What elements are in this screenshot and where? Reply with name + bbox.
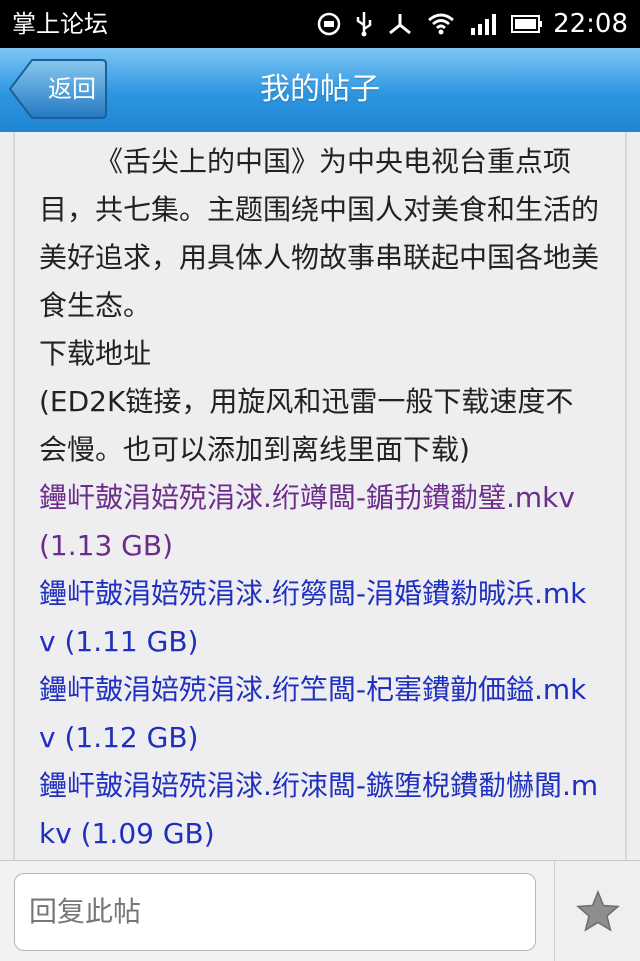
status-bar: 掌上论坛 22:08 bbox=[0, 0, 640, 48]
back-button-label: 返回 bbox=[48, 75, 96, 103]
post-content-area: 《舌尖上的中国》为中央电视台重点项目，共七集。主题围绕中国人对美食和生活的美好追… bbox=[0, 132, 640, 860]
reply-input[interactable]: 回复此帖 bbox=[14, 873, 536, 951]
back-button[interactable]: 返回 bbox=[8, 58, 108, 120]
download-link-ep4[interactable]: 鑸屽皷涓婄殑涓浗.绗洓闆-鏃堕棿鐨勫懗閬.mkv (1.09 GB) bbox=[39, 762, 599, 858]
signal-icon bbox=[469, 12, 497, 36]
status-app-name: 掌上论坛 bbox=[12, 10, 108, 38]
status-clock: 22:08 bbox=[553, 9, 628, 39]
notification-m-icon bbox=[317, 12, 341, 36]
favorite-button[interactable] bbox=[554, 861, 640, 961]
title-bar: 返回 我的帖子 bbox=[0, 48, 640, 133]
usb-icon bbox=[355, 11, 373, 37]
star-icon bbox=[576, 890, 620, 932]
battery-icon bbox=[511, 14, 543, 34]
download-link-ep3[interactable]: 鑸屽皷涓婄殑涓浗.绗笁闆-杞寚鐨勭価鎰.mkv (1.12 GB) bbox=[39, 666, 599, 762]
download-note: (ED2K链接，用旋风和迅雷一般下载速度不会慢。也可以添加到离线里面下载) bbox=[39, 385, 574, 466]
status-icons: 22:08 bbox=[303, 0, 628, 48]
download-link-ep2[interactable]: 鑸屽皷涓婄殑涓浗.绗簩闆-涓婚鐨勬晠浜.mkv (1.11 GB) bbox=[39, 570, 599, 666]
wifi-icon bbox=[427, 13, 455, 35]
left-divider bbox=[13, 132, 15, 860]
post-body: 《舌尖上的中国》为中央电视台重点项目，共七集。主题围绕中国人对美食和生活的美好追… bbox=[39, 138, 599, 858]
post-intro-paragraph: 《舌尖上的中国》为中央电视台重点项目，共七集。主题围绕中国人对美食和生活的美好追… bbox=[39, 145, 600, 322]
reply-bar: 回复此帖 bbox=[0, 860, 640, 961]
download-heading: 下载地址 bbox=[39, 337, 152, 370]
right-divider bbox=[625, 132, 627, 860]
download-link-ep1[interactable]: 鑸屽皷涓婄殑涓浗.绗竴闆-鍎劧鐨勫璧.mkv (1.13 GB) bbox=[39, 474, 599, 570]
share-icon bbox=[387, 12, 413, 36]
